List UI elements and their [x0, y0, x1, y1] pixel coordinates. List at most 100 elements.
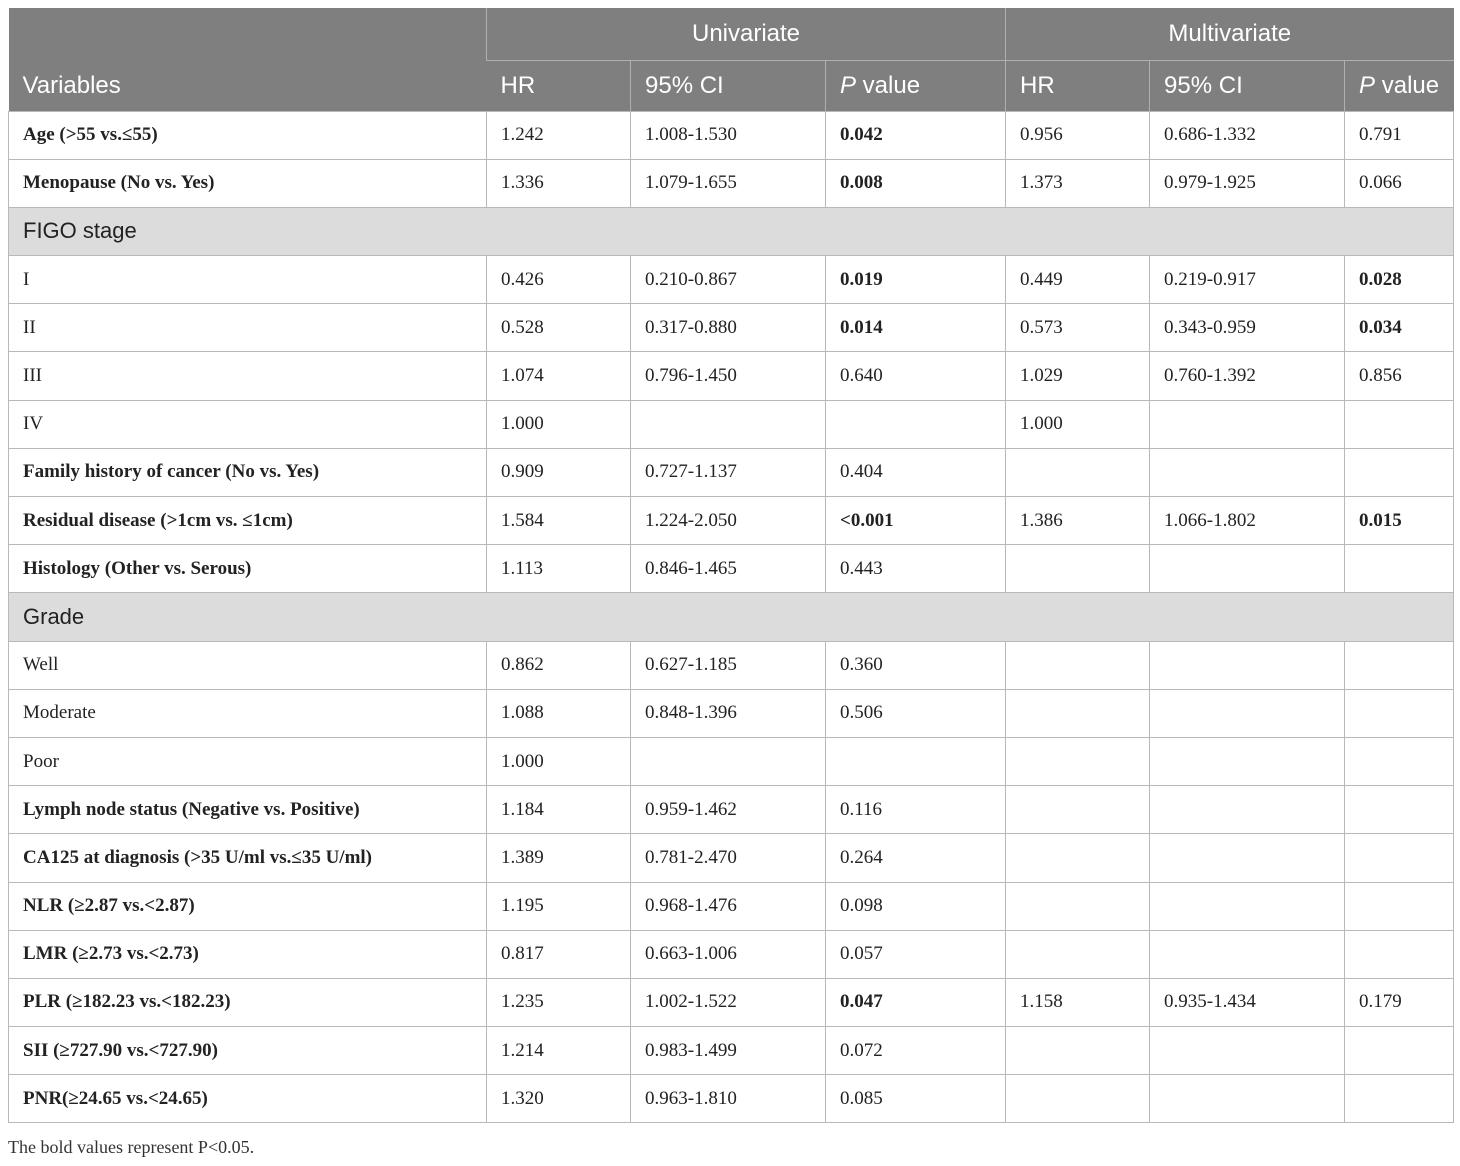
univariate-p-cell — [824, 399, 1007, 449]
univariate-ci-header: 95% CI — [630, 59, 826, 111]
multivariate-hr-cell: 0.449 — [1005, 255, 1151, 305]
variable-label: Poor — [8, 736, 487, 787]
section-label: FIGO stage — [7, 206, 1455, 257]
univariate-p-cell: <0.001 — [824, 495, 1007, 546]
multivariate-p-cell — [1344, 447, 1455, 498]
multivariate-ci-cell — [1149, 447, 1346, 498]
multivariate-hr-cell — [1005, 833, 1151, 883]
univariate-ci-cell — [630, 736, 826, 787]
variable-label: Histology (Other vs. Serous) — [8, 544, 487, 594]
variable-label: Residual disease (>1cm vs. ≤1cm) — [8, 495, 487, 546]
multivariate-p-cell: 0.856 — [1344, 351, 1455, 401]
univariate-hr-cell: 1.088 — [486, 688, 631, 738]
univariate-header: Univariate — [485, 8, 1006, 60]
multivariate-hr-header: HR — [1005, 59, 1150, 111]
univariate-hr-cell: 0.909 — [486, 447, 631, 498]
univariate-p-cell: 0.443 — [824, 544, 1007, 594]
variable-label: Moderate — [8, 688, 487, 738]
multivariate-hr-cell: 1.029 — [1005, 351, 1151, 401]
multivariate-ci-cell — [1149, 640, 1346, 690]
multivariate-p-cell — [1344, 833, 1455, 883]
section-row: Grade — [7, 592, 1455, 642]
multivariate-hr-cell — [1005, 447, 1151, 498]
multivariate-ci-cell — [1149, 785, 1346, 835]
table-row: Residual disease (>1cm vs. ≤1cm) 1.584 1.2… — [8, 495, 1455, 546]
univariate-hr-header: HR — [486, 59, 631, 111]
multivariate-hr-cell: 0.573 — [1005, 303, 1151, 353]
variable-label: Menopause (No vs. Yes) — [8, 158, 487, 208]
multivariate-ci-cell — [1149, 544, 1346, 594]
multivariate-ci-cell — [1149, 1026, 1346, 1076]
univariate-p-cell: 0.014 — [824, 303, 1007, 353]
univariate-p-cell: 0.019 — [824, 255, 1007, 305]
multivariate-hr-cell: 1.000 — [1005, 399, 1151, 449]
univariate-p-cell: 0.047 — [824, 977, 1007, 1028]
table-row: CA125 at diagnosis (>35 U/ml vs.≤35 U/ml… — [8, 833, 1455, 883]
univariate-hr-cell: 1.074 — [486, 351, 631, 401]
table-row: Family history of cancer (No vs. Yes) 0.9… — [8, 447, 1455, 498]
multivariate-p-cell — [1344, 881, 1455, 931]
multivariate-p-cell: 0.179 — [1344, 977, 1455, 1028]
multivariate-hr-cell: 1.373 — [1005, 158, 1151, 208]
univariate-p-cell: 0.506 — [824, 688, 1007, 738]
multivariate-p-cell — [1344, 399, 1455, 449]
table-row: Poor 1.000 — [8, 736, 1455, 787]
univariate-ci-cell: 0.963-1.810 — [630, 1074, 826, 1124]
multivariate-ci-cell: 0.219-0.917 — [1149, 255, 1346, 305]
univariate-hr-cell: 1.235 — [486, 977, 631, 1028]
univariate-p-cell: 0.264 — [824, 833, 1007, 883]
multivariate-p-cell: 0.028 — [1344, 255, 1455, 305]
table-footnote: The bold values represent P<0.05. — [8, 1137, 255, 1157]
univariate-hr-cell: 0.528 — [486, 303, 631, 353]
univariate-p-cell: 0.640 — [824, 351, 1007, 401]
variable-label: II — [8, 303, 487, 353]
multivariate-ci-cell — [1149, 929, 1346, 979]
multivariate-ci-cell: 0.979-1.925 — [1149, 158, 1346, 208]
univariate-ci-cell: 0.848-1.396 — [630, 688, 826, 738]
table-row: Age (>55 vs.≤55) 1.242 1.008-1.530 0.042 0.9… — [8, 110, 1455, 160]
table-row: Menopause (No vs. Yes) 1.336 1.079-1.655 0.… — [8, 158, 1455, 208]
multivariate-hr-cell — [1005, 929, 1151, 979]
univariate-hr-cell: 1.113 — [486, 544, 631, 594]
multivariate-p-cell — [1344, 688, 1455, 738]
multivariate-ci-cell: 1.066-1.802 — [1149, 495, 1346, 546]
table-row: PNR(≥24.65 vs.<24.65) 1.320 0.963-1.810 0.0… — [8, 1074, 1455, 1124]
univariate-ci-cell: 0.796-1.450 — [630, 351, 826, 401]
multivariate-ci-cell — [1149, 833, 1346, 883]
univariate-ci-cell: 0.968-1.476 — [630, 881, 826, 931]
univariate-ci-cell: 1.224-2.050 — [630, 495, 826, 546]
table-row: NLR (≥2.87 vs.<2.87) 1.195 0.968-1.476 0.09… — [8, 881, 1455, 931]
variable-label: Age (>55 vs.≤55) — [8, 110, 487, 160]
univariate-hr-cell: 0.817 — [486, 929, 631, 979]
variable-label: LMR (≥2.73 vs.<2.73) — [8, 929, 487, 979]
univariate-hr-cell: 1.584 — [486, 495, 631, 546]
univariate-ci-cell: 1.002-1.522 — [630, 977, 826, 1028]
multivariate-p-cell — [1344, 929, 1455, 979]
multivariate-p-cell — [1344, 640, 1455, 690]
univariate-p-cell: 0.072 — [824, 1026, 1007, 1076]
variable-label: CA125 at diagnosis (>35 U/ml vs.≤35 U/ml… — [8, 833, 487, 883]
table-row: SII (≥727.90 vs.<727.90) 1.214 0.983-1.499… — [8, 1026, 1455, 1076]
univariate-hr-cell: 1.184 — [486, 785, 631, 835]
univariate-ci-cell: 0.663-1.006 — [630, 929, 826, 979]
univariate-hr-cell: 1.320 — [486, 1074, 631, 1124]
univariate-hr-cell: 0.862 — [486, 640, 631, 690]
variables-header: Variables — [8, 8, 487, 111]
multivariate-ci-cell: 0.935-1.434 — [1149, 977, 1346, 1028]
univariate-ci-cell: 0.317-0.880 — [630, 303, 826, 353]
univariate-hr-cell: 1.389 — [486, 833, 631, 883]
multivariate-p-cell: 0.066 — [1344, 158, 1455, 208]
multivariate-hr-cell — [1005, 1026, 1151, 1076]
table-row: PLR (≥182.23 vs.<182.23) 1.235 1.002-1.522… — [8, 977, 1455, 1028]
multivariate-hr-cell — [1005, 736, 1151, 787]
univariate-p-cell: 0.404 — [824, 447, 1007, 498]
table-row: Moderate 1.088 0.848-1.396 0.506 — [8, 688, 1455, 738]
multivariate-header: Multivariate — [1005, 8, 1454, 60]
table-row: Histology (Other vs. Serous) 1.113 0.846-1… — [8, 544, 1455, 594]
table-header: Variables Univariate Multivariate HR 95%… — [8, 8, 1454, 111]
multivariate-ci-cell — [1149, 736, 1346, 787]
multivariate-hr-cell — [1005, 688, 1151, 738]
univariate-ci-cell: 0.210-0.867 — [630, 255, 826, 305]
multivariate-p-cell: 0.791 — [1344, 110, 1455, 160]
univariate-hr-cell: 0.426 — [486, 255, 631, 305]
